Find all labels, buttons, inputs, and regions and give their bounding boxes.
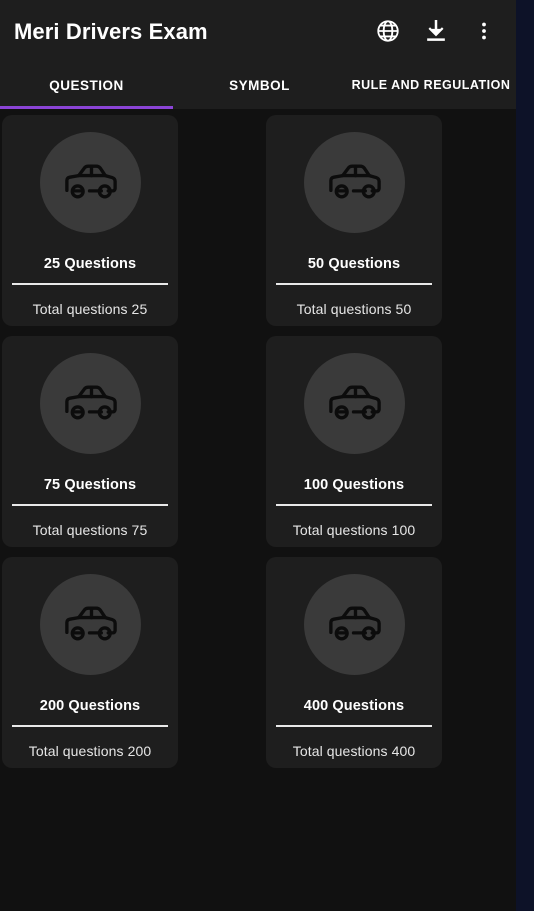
- content-area: 25 Questions Total questions 25 50 Quest…: [0, 112, 516, 911]
- car-icon: [323, 372, 386, 435]
- car-icon: [59, 151, 122, 214]
- car-icon: [59, 593, 122, 656]
- car-icon: [59, 372, 122, 435]
- tab-rule-and-regulation[interactable]: RULE AND REGULATION: [346, 61, 516, 109]
- card-divider: [12, 725, 168, 727]
- card-divider: [276, 504, 432, 506]
- car-icon-badge: [303, 574, 405, 675]
- app-root: Meri Drivers Exam QUESTION SYMBOL RULE A…: [0, 0, 534, 911]
- card-title: 75 Questions: [43, 477, 137, 493]
- language-icon: [375, 18, 401, 44]
- card-subtitle: Total questions 75: [32, 522, 148, 538]
- language-icon-button[interactable]: [366, 9, 410, 53]
- app-bar: Meri Drivers Exam: [0, 0, 516, 61]
- app-title: Meri Drivers Exam: [14, 19, 208, 44]
- question-set-card[interactable]: 25 Questions Total questions 25: [2, 115, 178, 326]
- tab-question[interactable]: QUESTION: [0, 61, 173, 109]
- car-icon-badge: [39, 574, 141, 675]
- card-divider: [12, 504, 168, 506]
- card-divider: [12, 283, 168, 285]
- app-bar-actions: [366, 9, 506, 53]
- system-edge-strip: [516, 0, 534, 911]
- overflow-menu-icon: [472, 19, 496, 43]
- overflow-menu-button[interactable]: [462, 9, 506, 53]
- car-icon-badge: [303, 353, 405, 454]
- card-subtitle: Total questions 200: [28, 743, 152, 759]
- card-subtitle: Total questions 50: [296, 301, 412, 317]
- card-subtitle: Total questions 25: [32, 301, 148, 317]
- card-subtitle: Total questions 100: [292, 522, 416, 538]
- tab-symbol[interactable]: SYMBOL: [173, 61, 346, 109]
- download-icon: [423, 18, 449, 44]
- card-title: 400 Questions: [303, 698, 405, 714]
- card-title: 50 Questions: [307, 256, 401, 272]
- question-set-card[interactable]: 400 Questions Total questions 400: [266, 557, 442, 768]
- card-divider: [276, 725, 432, 727]
- download-icon-button[interactable]: [414, 9, 458, 53]
- car-icon-badge: [39, 353, 141, 454]
- card-subtitle: Total questions 400: [292, 743, 416, 759]
- question-set-card[interactable]: 50 Questions Total questions 50: [266, 115, 442, 326]
- card-title: 100 Questions: [303, 477, 405, 493]
- car-icon: [323, 151, 386, 214]
- card-title: 25 Questions: [43, 256, 137, 272]
- question-set-card[interactable]: 100 Questions Total questions 100: [266, 336, 442, 547]
- question-set-card[interactable]: 75 Questions Total questions 75: [2, 336, 178, 547]
- card-title: 200 Questions: [39, 698, 141, 714]
- car-icon-badge: [39, 132, 141, 233]
- tab-selected-indicator: [0, 106, 173, 109]
- car-icon: [323, 593, 386, 656]
- card-divider: [276, 283, 432, 285]
- tab-bar: QUESTION SYMBOL RULE AND REGULATION: [0, 61, 516, 109]
- question-set-card[interactable]: 200 Questions Total questions 200: [2, 557, 178, 768]
- car-icon-badge: [303, 132, 405, 233]
